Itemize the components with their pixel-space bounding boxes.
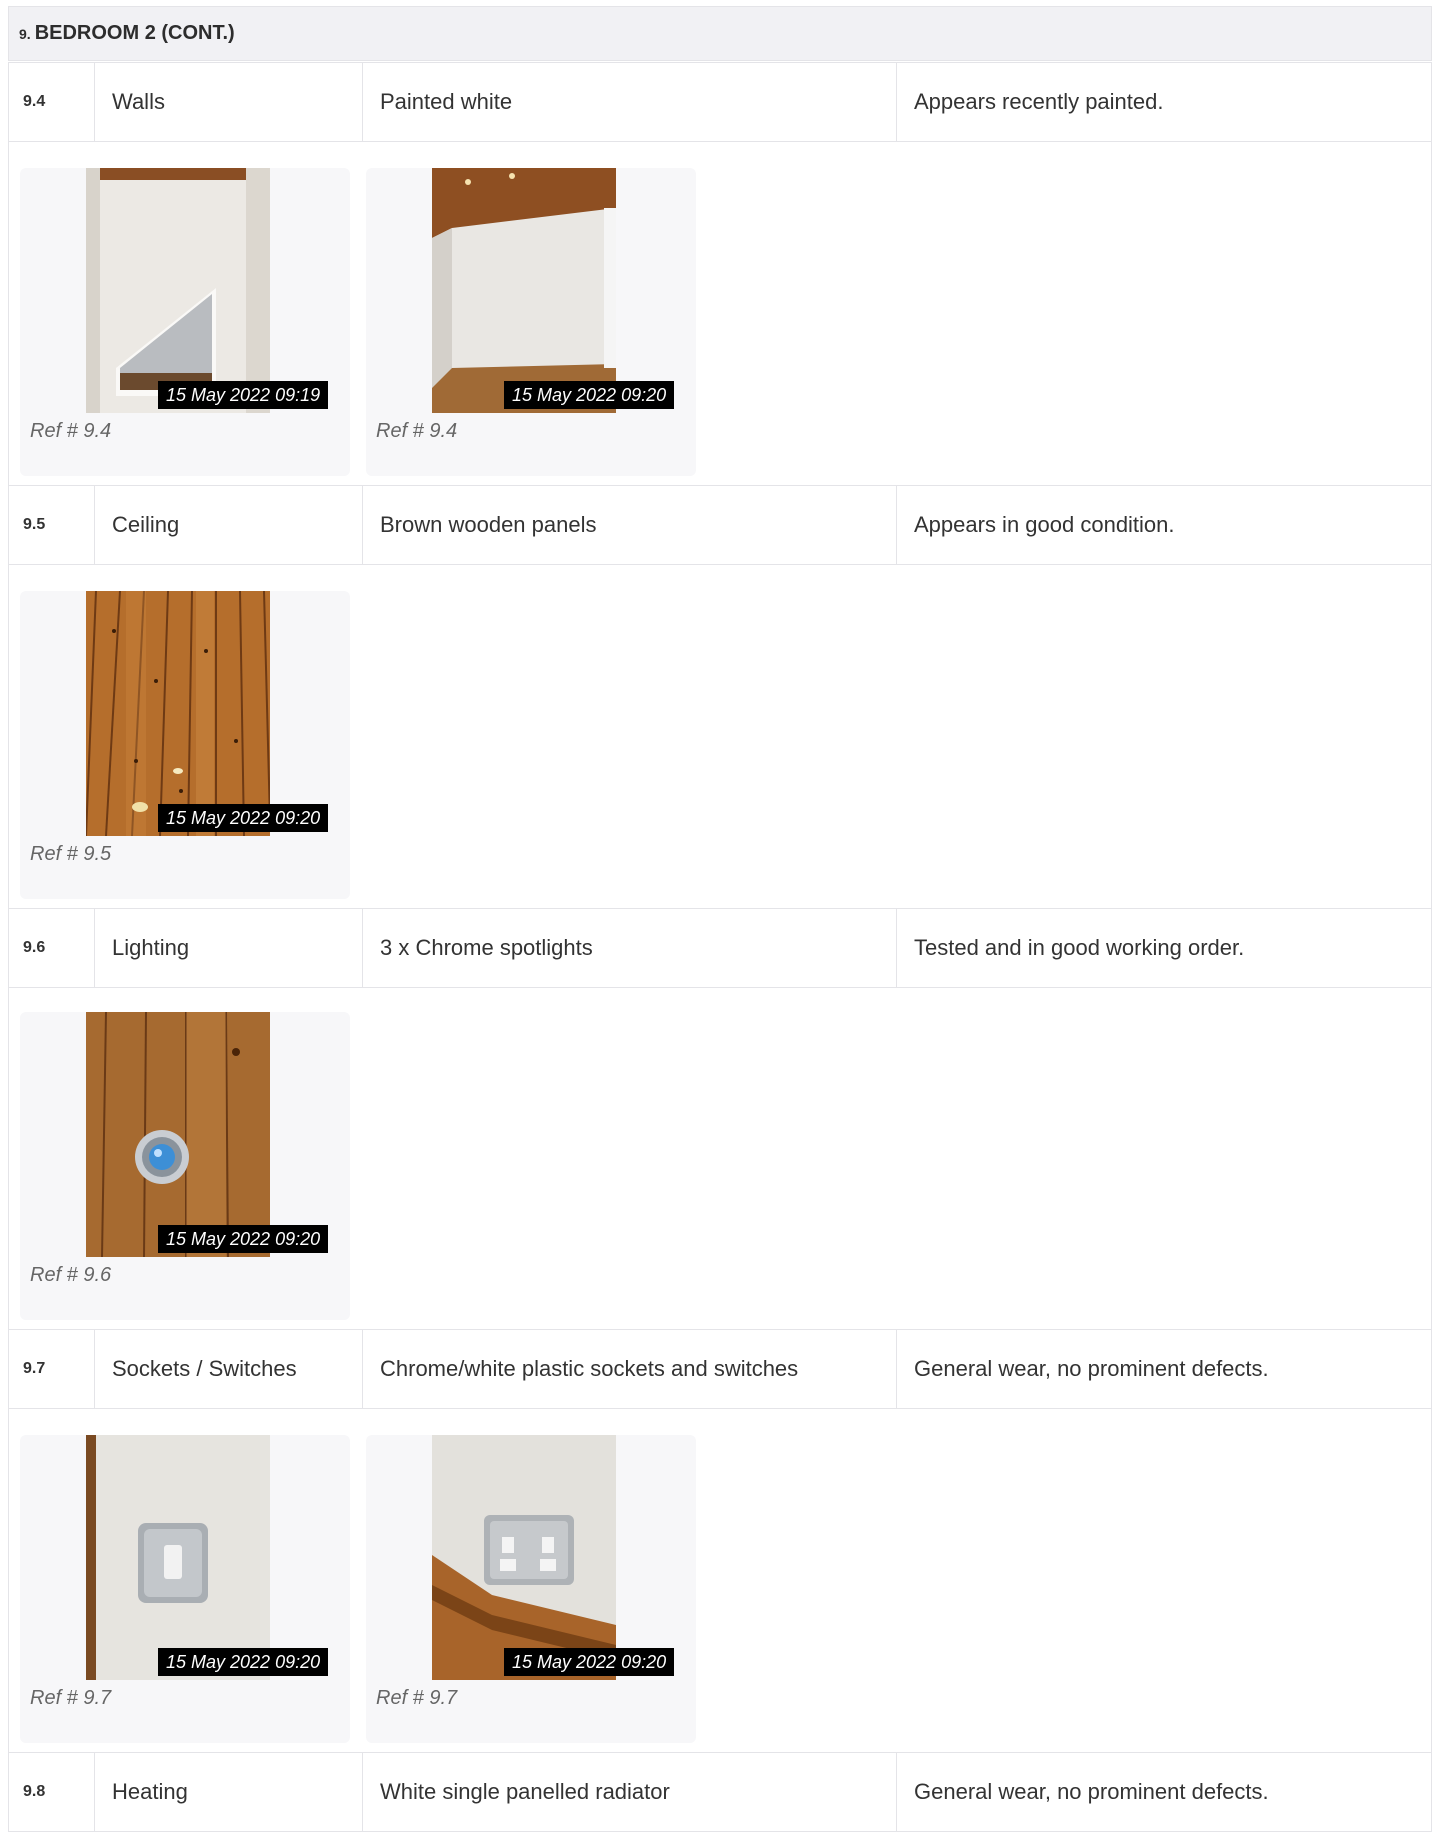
section-header: 9. BEDROOM 2 (CONT.) [8, 6, 1432, 61]
photo-caption: Ref # 9.5 [30, 843, 112, 865]
item-condition: Appears recently painted. [896, 63, 1432, 141]
photo-white-wall-corner[interactable] [432, 168, 616, 413]
photo-timestamp: 15 May 2022 09:19 [158, 381, 329, 409]
item-row-sockets-switches: 9.7 Sockets / Switches Chrome/white plas… [8, 1329, 1432, 1409]
photo-gallery-walls: 15 May 2022 09:19 Ref # 9.4 15 May 2022 … [8, 142, 1432, 485]
photo-caption: Ref # 9.7 [376, 1687, 458, 1709]
item-ref: 9.4 [8, 63, 94, 141]
photo-timestamp: 15 May 2022 09:20 [504, 381, 675, 409]
photo-timestamp: 15 May 2022 09:20 [158, 804, 329, 832]
item-row-walls: 9.4 Walls Painted white Appears recently… [8, 62, 1432, 142]
photo-card[interactable]: 15 May 2022 09:19 Ref # 9.4 [20, 168, 350, 476]
section-title: BEDROOM 2 (CONT.) [34, 22, 235, 44]
item-ref: 9.6 [8, 909, 94, 987]
item-name: Lighting [94, 909, 362, 987]
item-row-lighting: 9.6 Lighting 3 x Chrome spotlights Teste… [8, 908, 1432, 988]
photo-card[interactable]: 15 May 2022 09:20 Ref # 9.7 [366, 1435, 696, 1743]
item-ref: 9.5 [8, 486, 94, 564]
photo-gallery-ceiling: 15 May 2022 09:20 Ref # 9.5 [8, 565, 1432, 908]
photo-timestamp: 15 May 2022 09:20 [504, 1648, 675, 1676]
photo-wooden-ceiling[interactable] [86, 591, 270, 836]
item-row-heating: 9.8 Heating White single panelled radiat… [8, 1752, 1432, 1832]
item-name: Heating [94, 1753, 362, 1831]
photo-gallery-sockets-switches: 15 May 2022 09:20 Ref # 9.7 15 May 2022 … [8, 1409, 1432, 1752]
item-description: Chrome/white plastic sockets and switche… [362, 1330, 896, 1408]
photo-timestamp: 15 May 2022 09:20 [158, 1648, 329, 1676]
photo-card[interactable]: 15 May 2022 09:20 Ref # 9.4 [366, 168, 696, 476]
photo-chrome-spotlight[interactable] [86, 1012, 270, 1257]
item-condition: Tested and in good working order. [896, 909, 1432, 987]
item-ref: 9.8 [8, 1753, 94, 1831]
item-description: 3 x Chrome spotlights [362, 909, 896, 987]
photo-caption: Ref # 9.6 [30, 1264, 112, 1286]
item-ref: 9.7 [8, 1330, 94, 1408]
item-name: Walls [94, 63, 362, 141]
photo-card[interactable]: 15 May 2022 09:20 Ref # 9.7 [20, 1435, 350, 1743]
photo-card[interactable]: 15 May 2022 09:20 Ref # 9.5 [20, 591, 350, 899]
photo-caption: Ref # 9.7 [30, 1687, 112, 1709]
photo-gallery-lighting: 15 May 2022 09:20 Ref # 9.6 [8, 988, 1432, 1329]
item-condition: General wear, no prominent defects. [896, 1753, 1432, 1831]
photo-caption: Ref # 9.4 [376, 420, 458, 442]
photo-chrome-switch[interactable] [86, 1435, 270, 1680]
item-condition: General wear, no prominent defects. [896, 1330, 1432, 1408]
item-condition: Appears in good condition. [896, 486, 1432, 564]
item-description: White single panelled radiator [362, 1753, 896, 1831]
photo-white-wall-alcove[interactable] [86, 168, 270, 413]
photo-card[interactable]: 15 May 2022 09:20 Ref # 9.6 [20, 1012, 350, 1320]
item-name: Ceiling [94, 486, 362, 564]
photo-timestamp: 15 May 2022 09:20 [158, 1225, 329, 1253]
photo-caption: Ref # 9.4 [30, 420, 112, 442]
section-number: 9. [19, 25, 31, 42]
photo-chrome-socket[interactable] [432, 1435, 616, 1680]
item-row-ceiling: 9.5 Ceiling Brown wooden panels Appears … [8, 485, 1432, 565]
item-description: Brown wooden panels [362, 486, 896, 564]
item-description: Painted white [362, 63, 896, 141]
item-name: Sockets / Switches [94, 1330, 362, 1408]
